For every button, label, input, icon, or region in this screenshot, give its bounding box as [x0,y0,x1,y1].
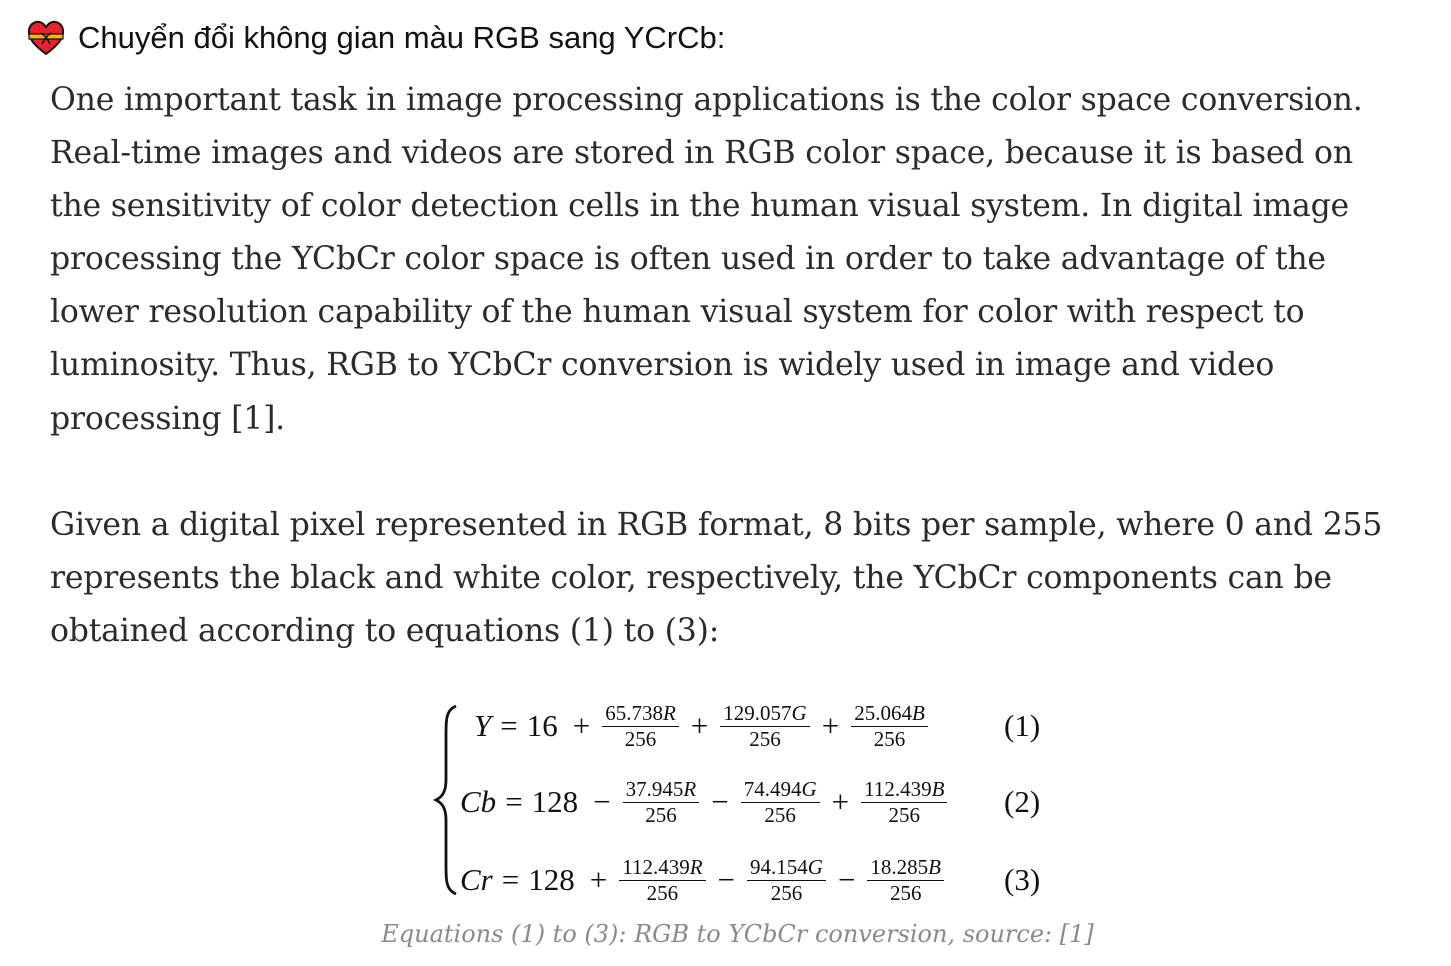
eq-equals: = [501,862,520,897]
eq-lhs: Cr [460,862,493,897]
eq-operator: + [831,784,850,819]
equation-number: (1) [1004,708,1041,743]
eq-equals: = [500,708,518,743]
eq-constant: 128 [528,862,575,897]
eq-fraction: 112.439R 256 [619,856,706,904]
equation-cb: Cb = 128 − 37.945R 256 − 74.494G 256 + 112… [460,772,950,832]
eq-fraction: 37.945R 256 [622,778,700,826]
text-line: One important task in image processing a… [50,82,1363,118]
eq-constant: 16 [526,708,558,743]
equation-number: (3) [1004,862,1041,897]
eq-fraction: 94.154G 256 [747,856,826,904]
text-line: luminosity. Thus, RGB to YCbCr conversio… [50,347,1275,384]
text-line: Given a digital pixel represented in RGB… [50,506,1383,543]
eq-lhs: Cb [460,784,497,819]
eq-operator: − [711,784,729,819]
equation-y: Y = 16 + 65.738R 256 + 129.057G 256 + 25.0… [460,696,931,756]
eq-operator: + [821,708,840,743]
paragraph-ycbcr: Given a digital pixel represented in RGB… [50,499,1440,658]
text-line: obtained according to equations (1) to (… [50,612,720,649]
text-line: processing the YCbCr color space is ofte… [50,241,1326,278]
eq-fraction: 65.738R 256 [602,702,679,750]
section-heading: Chuyển đổi không gian màu RGB sang YCrCb… [26,18,725,58]
eq-operator: + [589,862,608,897]
eq-fraction: 25.064B 256 [851,702,928,750]
paragraph-intro: One important task in image processing a… [50,74,1440,446]
text-line: processing [1]. [50,400,285,437]
eq-operator: − [717,862,736,897]
eq-fraction: 74.494G 256 [740,778,820,826]
eq-operator: − [593,784,611,819]
equation-block: Y = 16 + 65.738R 256 + 129.057G 256 + 25.0… [432,700,1072,905]
heading-text: Chuyển đổi không gian màu RGB sang YCrCb… [78,20,726,55]
eq-fraction: 18.285B 256 [867,856,944,904]
text-line: the sensitivity of color detection cells… [50,188,1350,225]
equation-number: (2) [1004,784,1041,819]
text-line: lower resolution capability of the human… [50,294,1305,331]
eq-equals: = [505,784,523,819]
eq-constant: 128 [531,784,579,819]
eq-operator: − [837,862,856,897]
article-body: One important task in image processing a… [50,74,1440,658]
equation-cr: Cr = 128 + 112.439R 256 − 94.154G 256 − 18… [460,850,947,910]
figure-caption: Equations (1) to (3): RGB to YCbCr conve… [381,920,1094,948]
text-line: Real-time images and videos are stored i… [50,135,1353,172]
eq-fraction: 129.057G 256 [720,702,810,750]
eq-operator: + [572,708,591,743]
text-line: represents the black and white color, re… [50,559,1332,596]
eq-operator: + [690,708,709,743]
eq-fraction: 112.439B 256 [861,778,948,826]
eq-lhs: Y [474,708,492,743]
heart-with-ribbon-icon [27,20,65,56]
